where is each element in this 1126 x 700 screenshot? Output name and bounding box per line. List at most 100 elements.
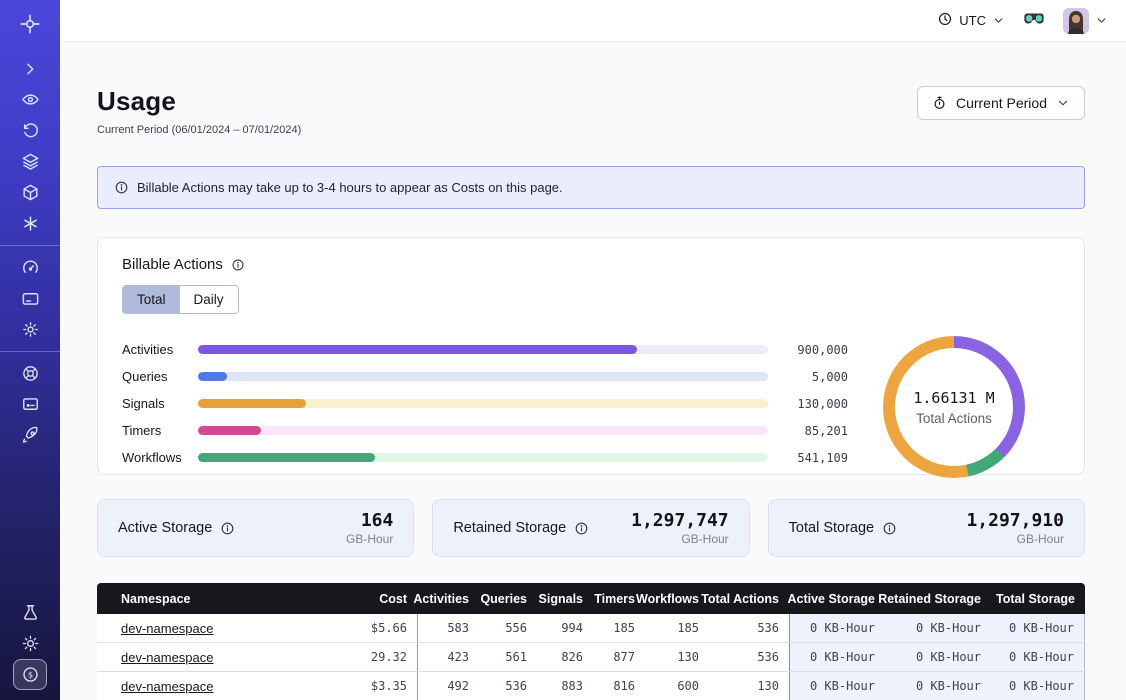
bar-row-timers: Timers 85,201 [122,417,848,444]
cost-cell: 29.32 [321,643,417,671]
activities-cell: 423 [417,643,479,671]
bar-track [198,372,768,381]
cost-cell: $3.35 [321,672,417,700]
sun-icon[interactable] [13,628,47,659]
info-banner: Billable Actions may take up to 3-4 hour… [97,166,1085,209]
info-icon [231,258,245,272]
bar-label: Timers [122,423,184,438]
bar-fill [198,372,227,381]
layers-icon[interactable] [13,146,47,177]
app-window: $ UTC U [0,0,1126,700]
signals-cell: 994 [537,614,593,642]
signals-cell: 883 [537,672,593,700]
bar-label: Queries [122,369,184,384]
asterisk-icon[interactable] [13,208,47,239]
active-storage-cell: 0 KB-Hour [789,643,885,671]
timers-cell: 816 [593,672,645,700]
workflows-cell: 130 [645,643,709,671]
timers-cell: 877 [593,643,645,671]
bar-label: Activities [122,342,184,357]
lifebuoy-icon[interactable] [13,358,47,389]
sidebar: $ [0,0,60,700]
billable-actions-chart: Activities 900,000 Queries 5,000 Signals [122,336,1060,478]
user-menu[interactable] [1063,8,1108,34]
table-row: dev-namespace 29.32 423 561 826 877 130 … [97,643,1085,672]
retained-storage-cell: 0 KB-Hour [885,614,991,642]
signals-cell: 826 [537,643,593,671]
billing-card-icon[interactable] [13,283,47,314]
active-storage-cell: 0 KB-Hour [789,614,885,642]
usd-coin-icon[interactable]: $ [13,659,47,690]
namespace-link[interactable]: dev-namespace [121,679,214,694]
gauge-icon[interactable] [13,252,47,283]
timers-cell: 185 [593,614,645,642]
feedback-monitor-icon[interactable] [13,389,47,420]
workflows-cell: 185 [645,614,709,642]
donut-label: Total Actions [916,411,992,426]
total-storage-cell: 0 KB-Hour [991,643,1085,671]
period-selector-label: Current Period [956,95,1047,111]
bar-fill [198,426,261,435]
history-icon[interactable] [13,115,47,146]
total-actions-cell: 536 [709,614,789,642]
table-row: dev-namespace $3.35 492 536 883 816 600 … [97,672,1085,700]
goggles-icon[interactable] [1023,11,1045,31]
storage-card-label: Active Storage [118,520,212,536]
banner-text: Billable Actions may take up to 3-4 hour… [137,180,563,195]
info-icon [220,521,235,536]
bar-track [198,345,768,354]
activities-cell: 583 [417,614,479,642]
cube-icon[interactable] [13,177,47,208]
total-actions-cell: 536 [709,643,789,671]
period-selector-button[interactable]: Current Period [917,86,1085,120]
column-header: Active Storage [789,583,885,614]
bar-row-activities: Activities 900,000 [122,336,848,363]
info-icon [574,521,589,536]
clock-icon [937,11,953,30]
tab-daily[interactable]: Daily [180,286,238,313]
bar-value: 541,109 [782,451,848,465]
settings-gear-icon[interactable] [13,314,47,345]
namespace-link[interactable]: dev-namespace [121,650,214,665]
billable-actions-card: Billable Actions Total Daily Activities … [97,237,1085,475]
bar-row-queries: Queries 5,000 [122,363,848,390]
bar-track [198,426,768,435]
table-header-row: Namespace Cost Activities Queries Signal… [97,583,1085,614]
flask-icon[interactable] [13,597,47,628]
bar-value: 85,201 [782,424,848,438]
column-header: Retained Storage [885,583,991,614]
retained-storage-cell: 0 KB-Hour [885,672,991,700]
storage-card-value: 164 [346,510,393,531]
bar-label: Workflows [122,450,184,465]
rocket-icon[interactable] [13,420,47,451]
bar-row-workflows: Workflows 541,109 [122,444,848,471]
bar-fill [198,453,375,462]
column-header: Activities [417,583,479,614]
storage-summary-row: Active Storage 164 GB-Hour Retained Stor… [97,499,1085,557]
column-header: Total Storage [991,583,1085,614]
total-storage-cell: 0 KB-Hour [991,672,1085,700]
chevron-down-icon [1056,96,1070,110]
timezone-selector[interactable]: UTC [937,11,1005,30]
activities-cell: 492 [417,672,479,700]
bar-track [198,399,768,408]
tab-total[interactable]: Total [123,286,180,313]
column-header: Namespace [97,583,321,614]
column-header: Cost [321,583,417,614]
namespace-link[interactable]: dev-namespace [121,621,214,636]
bar-fill [198,399,306,408]
storage-card-unit: GB-Hour [631,532,729,546]
storage-card-label: Total Storage [789,520,874,536]
collapse-chevron-icon[interactable] [13,53,47,84]
billable-actions-title: Billable Actions [122,256,223,273]
retained-storage-cell: 0 KB-Hour [885,643,991,671]
eye-icon[interactable] [13,84,47,115]
storage-card-label: Retained Storage [453,520,566,536]
column-header: Workflows [645,583,709,614]
sidebar-divider [0,245,60,246]
cost-cell: $5.66 [321,614,417,642]
bar-value: 5,000 [782,370,848,384]
queries-cell: 561 [479,643,537,671]
topbar: UTC [60,0,1126,42]
temporal-logo-icon[interactable] [13,8,47,39]
